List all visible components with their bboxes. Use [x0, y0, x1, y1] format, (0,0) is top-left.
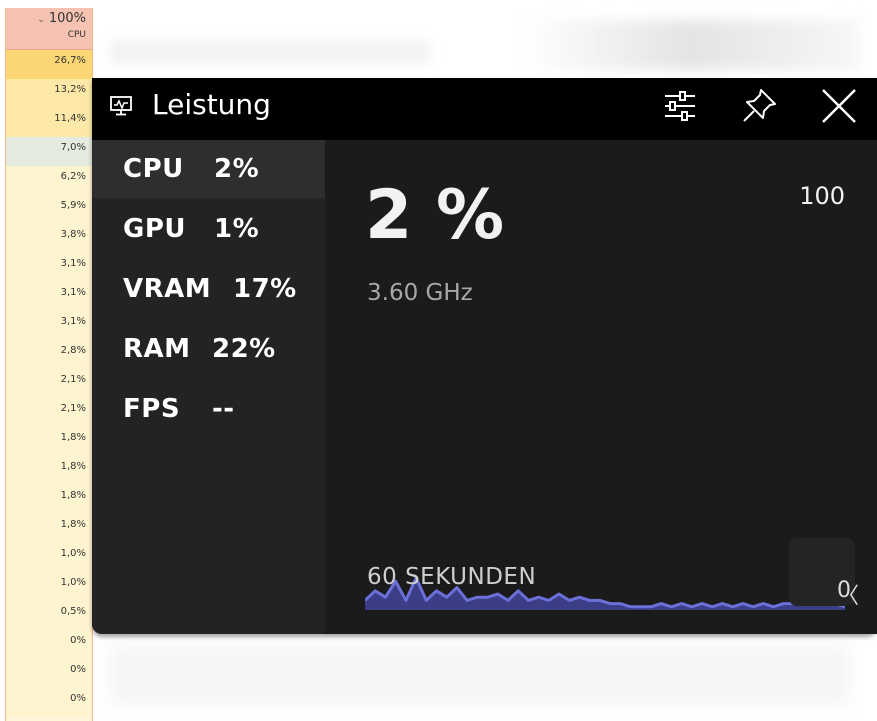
background-blur	[110, 645, 850, 705]
chevron-down-icon: ⌄	[37, 15, 45, 25]
metric-ram[interactable]: RAM 22%	[92, 320, 325, 378]
cpu-value-cell: 11,4%	[6, 108, 92, 137]
cpu-frequency: 3.60 GHz	[367, 280, 473, 306]
metric-name: CPU	[123, 154, 184, 184]
cpu-value-cell: 3,1%	[6, 311, 92, 340]
cpu-value-cell: 26,7%	[6, 50, 92, 79]
cpu-value-cell: 2,1%	[6, 398, 92, 427]
metrics-sidebar: CPU 2% GPU 1% VRAM 17% RAM 22% FPS --	[92, 140, 325, 634]
cpu-value-cell: 0,5%	[6, 601, 92, 630]
metric-cpu[interactable]: CPU 2%	[92, 140, 325, 198]
current-usage-value: 2 %	[365, 176, 505, 255]
cpu-value-cell: 1,8%	[6, 485, 92, 514]
metric-name: RAM	[123, 334, 191, 364]
pin-button[interactable]	[737, 84, 781, 128]
cpu-value-cell: 6,2%	[6, 166, 92, 195]
background-blur	[520, 20, 860, 70]
cpu-values-list: 26,7% 13,2% 11,4% 7,0% 6,2% 5,9% 3,8% 3,1% 3,1% 3…	[6, 50, 92, 717]
metric-name: FPS	[123, 394, 181, 424]
cpu-value-cell: 3,1%	[6, 282, 92, 311]
cpu-column-label: CPU	[67, 30, 86, 40]
metric-fps[interactable]: FPS --	[92, 380, 325, 438]
metric-value: 22%	[212, 334, 276, 364]
cpu-value-cell: 3,1%	[6, 253, 92, 282]
monitor-icon	[110, 96, 132, 116]
usage-graph	[365, 576, 845, 610]
settings-button[interactable]	[658, 84, 702, 128]
widget-titlebar[interactable]: Leistung	[92, 78, 877, 140]
close-icon	[822, 89, 856, 123]
close-button[interactable]	[817, 84, 861, 128]
performance-widget: Leistung CPU 2% GPU 1% VRAM 17% RAM 22% …	[92, 78, 877, 634]
metric-value: 2%	[214, 154, 260, 184]
cpu-total-percent: 100%	[48, 11, 86, 26]
cpu-value-cell: 1,0%	[6, 543, 92, 572]
graph-toggle-label: 0	[837, 578, 851, 603]
time-span-label: 60 SEKUNDEN	[367, 564, 537, 590]
cpu-value-cell: 2,1%	[6, 369, 92, 398]
metric-value: 17%	[233, 274, 297, 304]
metric-name: GPU	[123, 214, 187, 244]
cpu-value-cell: 1,8%	[6, 427, 92, 456]
metric-name: VRAM	[123, 274, 212, 304]
metric-gpu[interactable]: GPU 1%	[92, 200, 325, 258]
cpu-value-cell: 3,8%	[6, 224, 92, 253]
detail-panel: 2 % 100 3.60 GHz 60 SEKUNDEN 〈 0	[325, 140, 877, 634]
metric-vram[interactable]: VRAM 17%	[92, 260, 325, 318]
cpu-value-cell: 0%	[6, 659, 92, 688]
background-blur	[110, 40, 430, 64]
cpu-value-cell: 1,8%	[6, 456, 92, 485]
cpu-value-cell: 13,2%	[6, 79, 92, 108]
cpu-column-header[interactable]: ⌄ 100% CPU	[6, 8, 92, 50]
graph-max-value: 100	[799, 182, 845, 210]
cpu-value-cell: 1,8%	[6, 514, 92, 543]
cpu-value-cell: 0%	[6, 688, 92, 717]
metric-value: 1%	[214, 214, 260, 244]
widget-title: Leistung	[152, 88, 271, 121]
graph-toggle-button[interactable]: 〈 0	[789, 538, 859, 609]
cpu-value-cell: 1,0%	[6, 572, 92, 601]
task-manager-cpu-column: ⌄ 100% CPU 26,7% 13,2% 11,4% 7,0% 6,2% 5,9% 3,8…	[5, 8, 93, 721]
cpu-value-cell: 7,0%	[6, 137, 92, 166]
cpu-value-cell: 0%	[6, 630, 92, 659]
metric-value: --	[212, 394, 235, 424]
cpu-value-cell: 2,8%	[6, 340, 92, 369]
pin-icon	[743, 89, 776, 122]
sliders-icon	[665, 91, 695, 121]
cpu-value-cell: 5,9%	[6, 195, 92, 224]
